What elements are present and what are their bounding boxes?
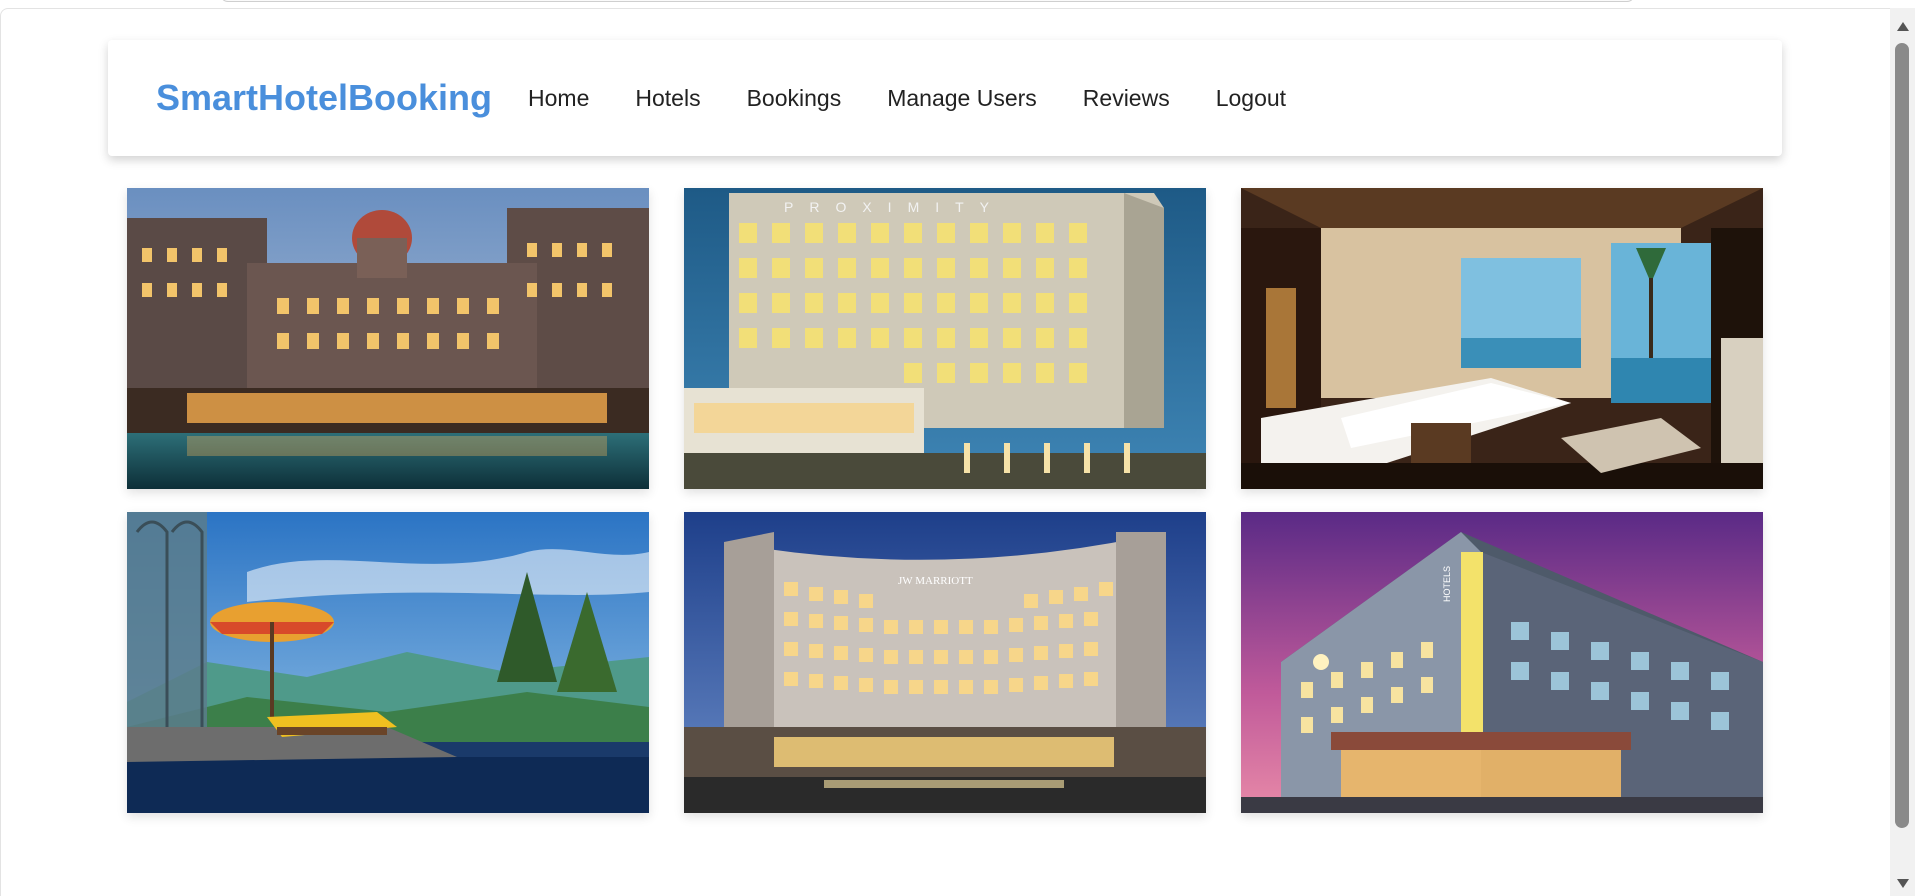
nav-logout-link[interactable]: Logout xyxy=(1216,85,1286,112)
jw-marriott-sign: JW MARRIOTT xyxy=(898,575,973,587)
nav-manage-users-link[interactable]: Manage Users xyxy=(887,85,1037,112)
address-bar-edge xyxy=(220,0,1635,2)
hotel-card-jw-marriott[interactable]: JW MARRIOTT xyxy=(684,512,1206,813)
hotel-card-modern-dusk[interactable]: HOTELS xyxy=(1241,512,1763,813)
nav-reviews-link[interactable]: Reviews xyxy=(1083,85,1170,112)
nav-links: Home Hotels Bookings Manage Users Review… xyxy=(528,85,1332,112)
mountain-pool-terrace-photo xyxy=(127,512,649,813)
scroll-up-icon[interactable] xyxy=(1897,22,1909,31)
hotel-card-mountain-terrace[interactable] xyxy=(127,512,649,813)
brand-logo[interactable]: SmartHotelBooking xyxy=(156,77,492,119)
navbar: SmartHotelBooking Home Hotels Bookings M… xyxy=(108,40,1782,156)
browser-viewport: SmartHotelBooking Home Hotels Bookings M… xyxy=(0,0,1915,896)
proximity-sign: PROXIMITY xyxy=(784,199,1005,215)
hotel-card-heritage-palace[interactable] xyxy=(127,188,649,489)
resort-bedroom-photo xyxy=(1241,188,1763,489)
nav-hotels-link[interactable]: Hotels xyxy=(635,85,700,112)
jw-marriott-hotel-photo: JW MARRIOTT xyxy=(684,512,1206,813)
modern-hotel-dusk-photo: HOTELS xyxy=(1241,512,1763,813)
heritage-palace-hotel-photo xyxy=(127,188,649,489)
nav-bookings-link[interactable]: Bookings xyxy=(747,85,842,112)
hotel-gallery: PROXIMITY JW MARRIOTT HOTELS xyxy=(127,188,1764,813)
vertical-scrollbar[interactable] xyxy=(1890,8,1915,896)
hotel-card-resort-bedroom[interactable] xyxy=(1241,188,1763,489)
hotel-card-proximity[interactable]: PROXIMITY xyxy=(684,188,1206,489)
scrollbar-thumb[interactable] xyxy=(1895,43,1909,828)
hotels-sign: HOTELS xyxy=(1442,566,1452,602)
scroll-down-icon[interactable] xyxy=(1897,879,1909,888)
proximity-hotel-photo: PROXIMITY xyxy=(684,188,1206,489)
nav-home-link[interactable]: Home xyxy=(528,85,589,112)
